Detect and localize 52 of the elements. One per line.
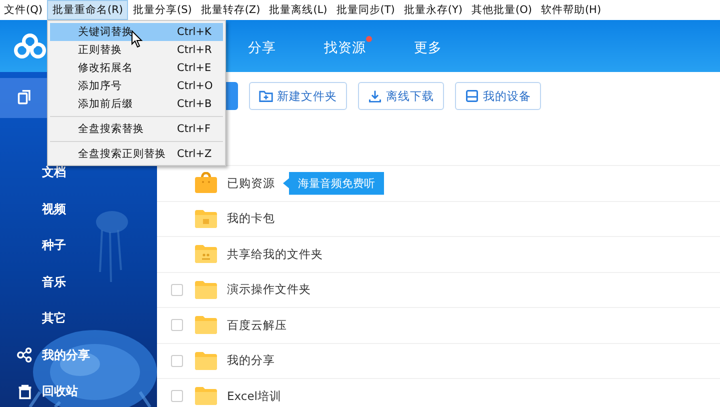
folder-icon bbox=[194, 350, 218, 372]
menu-bar-item[interactable]: 软件帮助(H) bbox=[536, 0, 606, 20]
file-name[interactable]: Excel培训 bbox=[227, 388, 282, 404]
sidebar-item[interactable]: 我的分享 bbox=[42, 346, 90, 364]
file-name[interactable]: 我的卡包 bbox=[227, 211, 275, 226]
sidebar-item[interactable]: 文档 bbox=[42, 164, 66, 182]
device-icon bbox=[465, 89, 479, 103]
trash-icon bbox=[17, 384, 33, 400]
toolbar-button[interactable]: 新建文件夹 bbox=[249, 82, 347, 110]
shopping-bag-icon bbox=[194, 172, 218, 194]
menu-item[interactable]: 正则替换 Ctrl+R bbox=[50, 41, 223, 59]
file-name[interactable]: 百度云解压 bbox=[227, 318, 287, 333]
file-name[interactable]: 已购资源 bbox=[227, 176, 275, 191]
menu-bar-item[interactable]: 文件(Q) bbox=[0, 0, 46, 20]
folder-icon bbox=[194, 385, 218, 407]
file-name[interactable]: 我的分享 bbox=[227, 353, 275, 368]
sidebar-item[interactable]: 音乐 bbox=[42, 274, 66, 291]
share-icon bbox=[17, 347, 33, 364]
checkbox[interactable] bbox=[171, 390, 183, 402]
sidebar-item[interactable]: 种子 bbox=[42, 237, 66, 254]
file-name[interactable]: 共享给我的文件夹 bbox=[227, 246, 323, 262]
menu-bar-item[interactable]: 其他批量(O) bbox=[467, 0, 536, 20]
menu-bar-item[interactable]: 批量转存(Z) bbox=[196, 0, 264, 20]
shared-folder-icon bbox=[194, 243, 218, 266]
menu-bar-item[interactable]: 批量永存(Y) bbox=[400, 0, 466, 20]
checkbox[interactable] bbox=[171, 284, 183, 296]
menu-bar-item[interactable]: 批量离线(L) bbox=[265, 0, 332, 20]
tooltip: 海量音频免费听 bbox=[283, 172, 384, 195]
menu-item[interactable]: 全盘搜索替换 Ctrl+F bbox=[50, 120, 223, 138]
sidebar-item[interactable]: 其它 bbox=[42, 310, 66, 328]
menu-bar-item[interactable]: 批量同步(T) bbox=[332, 0, 399, 20]
folder-icon bbox=[194, 208, 218, 230]
sidebar-item[interactable]: 回收站 bbox=[42, 383, 78, 400]
menu-bar-item[interactable]: 批量重命名(R) bbox=[47, 0, 128, 20]
menu-item[interactable]: 全盘搜索正则替换 Ctrl+Z bbox=[50, 145, 223, 163]
menu-bar-item[interactable]: 批量分享(S) bbox=[128, 0, 196, 20]
download-icon bbox=[368, 89, 382, 103]
checkbox[interactable] bbox=[171, 354, 183, 367]
folder-icon bbox=[194, 314, 218, 336]
menu-item[interactable]: 添加序号 Ctrl+O bbox=[50, 77, 223, 95]
files-icon bbox=[17, 90, 33, 106]
file-name[interactable]: 演示操作文件夹 bbox=[227, 282, 311, 298]
menu-item[interactable]: 修改拓展名 Ctrl+E bbox=[50, 59, 223, 77]
checkbox[interactable] bbox=[171, 319, 183, 332]
sidebar-item[interactable]: 视频 bbox=[42, 200, 66, 218]
cloud-logo-icon bbox=[14, 33, 46, 59]
menu-item[interactable]: 添加前后缀 Ctrl+B bbox=[50, 95, 223, 113]
toolbar-button[interactable]: 我的设备 bbox=[455, 82, 541, 110]
cursor-icon bbox=[131, 30, 143, 48]
new-folder-icon bbox=[259, 89, 273, 103]
toolbar-button[interactable]: 离线下载 bbox=[358, 82, 444, 110]
folder-icon bbox=[194, 278, 218, 301]
